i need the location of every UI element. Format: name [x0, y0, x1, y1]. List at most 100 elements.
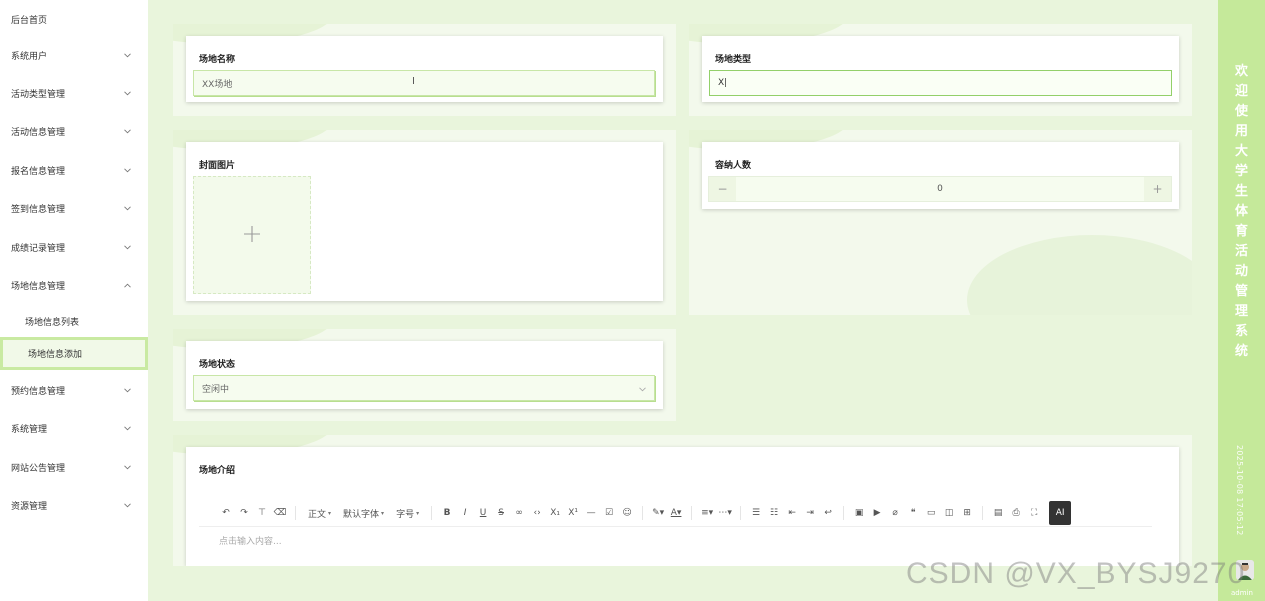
cover-image-uploader[interactable] [193, 176, 311, 294]
emoji-icon[interactable]: ☺ [618, 504, 636, 522]
menu-item-system-management[interactable]: 系统管理 [0, 409, 148, 447]
image-icon[interactable]: ▣ [850, 504, 868, 522]
field-card-name: 场地名称 XX场地 I [186, 36, 663, 102]
sidebar-item-venue-list[interactable]: 场地信息列表 [0, 305, 148, 337]
checkbox-icon[interactable]: ☑ [600, 504, 618, 522]
toolbar-divider [843, 506, 845, 520]
italic-icon[interactable]: I [456, 504, 474, 522]
capacity-value[interactable]: 0 [736, 184, 1144, 194]
chevron-down-icon [122, 500, 132, 510]
indent-increase-icon[interactable]: ⇥ [801, 504, 819, 522]
font-color-icon[interactable]: A▾ [667, 504, 685, 522]
decrement-button[interactable]: − [709, 177, 736, 201]
print-icon[interactable]: ⎙ [1007, 504, 1025, 522]
chevron-down-icon [122, 165, 132, 175]
align-icon[interactable]: ≡▾ [698, 504, 716, 522]
field-panel-intro: 场地介绍 ↶ ↷ ⊤ ⌫ 正文 ▾ 默认字体 ▾ 字号 ▾ B I U S ∞ ‹› … [173, 435, 1192, 566]
table-icon[interactable]: ⊞ [958, 504, 976, 522]
menu-item-venue-info[interactable]: 场地信息管理 [0, 266, 148, 304]
menu-item-registration[interactable]: 报名信息管理 [0, 151, 148, 189]
welcome-char: 活 [1234, 244, 1248, 259]
capacity-stepper[interactable]: − 0 + [708, 176, 1172, 202]
menu-item-label: 系统用户 [11, 51, 48, 62]
venue-type-input[interactable]: X| [709, 70, 1172, 96]
menu-item-checkin[interactable]: 签到信息管理 [0, 189, 148, 227]
paragraph-dropdown[interactable]: 正文 ▾ [302, 504, 337, 522]
text-wrap-icon[interactable]: ↩ [819, 504, 837, 522]
preview-icon[interactable]: ▤ [989, 504, 1007, 522]
menu-item-score-records[interactable]: 成绩记录管理 [0, 228, 148, 266]
menu-item-system-users[interactable]: 系统用户 [0, 36, 148, 74]
indent-decrease-icon[interactable]: ⇤ [783, 504, 801, 522]
paragraph-label: 正文 [308, 509, 327, 520]
chevron-down-icon [122, 203, 132, 213]
numbered-list-icon[interactable]: ☷ [765, 504, 783, 522]
menu-item-announcements[interactable]: 网站公告管理 [0, 448, 148, 486]
menu-item-activity-types[interactable]: 活动类型管理 [0, 74, 148, 112]
venue-name-input[interactable]: XX场地 I [193, 70, 655, 96]
subscript-icon[interactable]: X₁ [546, 504, 564, 522]
font-size-dropdown[interactable]: 字号 ▾ [390, 504, 425, 522]
caret-down-icon: ▾ [328, 509, 332, 517]
editor-placeholder: 点击输入内容... [219, 537, 282, 547]
undo-icon[interactable]: ↶ [217, 504, 235, 522]
increment-button[interactable]: + [1144, 177, 1171, 201]
watermark: CSDN @VX_BYSJ9270 [906, 557, 1246, 590]
menu-item-home[interactable]: 后台首页 [0, 0, 148, 38]
toolbar-divider [982, 506, 984, 520]
strikethrough-icon[interactable]: S [492, 504, 510, 522]
horizontal-rule-icon[interactable]: — [582, 504, 600, 522]
fullscreen-icon[interactable]: ⛶ [1025, 504, 1043, 522]
code-icon[interactable]: ‹› [528, 504, 546, 522]
bullet-list-icon[interactable]: ☰ [747, 504, 765, 522]
line-height-icon[interactable]: ⋯▾ [716, 504, 734, 522]
welcome-char: 动 [1234, 264, 1248, 279]
clear-format-icon[interactable]: ⌫ [271, 504, 289, 522]
font-family-dropdown[interactable]: 默认字体 ▾ [337, 504, 390, 522]
attachment-icon[interactable]: ⌀ [886, 504, 904, 522]
menu-item-label: 资源管理 [11, 501, 48, 512]
venue-name-value: XX场地 [202, 79, 233, 90]
right-banner: 欢迎使用大学生体育活动管理系统 2025-10-08 17:05:12 [1218, 0, 1265, 601]
welcome-char: 统 [1234, 344, 1248, 359]
menu-item-activity-info[interactable]: 活动信息管理 [0, 112, 148, 150]
video-icon[interactable]: ▶ [868, 504, 886, 522]
toolbar-divider [431, 506, 433, 520]
quote-icon[interactable]: ❝ [904, 504, 922, 522]
field-card-cover: 封面图片 [186, 142, 663, 301]
chevron-down-icon [122, 242, 132, 252]
menu-item-label: 活动信息管理 [11, 127, 66, 138]
sidebar-item-venue-add[interactable]: 场地信息添加 [0, 337, 148, 370]
welcome-char: 用 [1234, 124, 1248, 139]
code-block-icon[interactable]: ▭ [922, 504, 940, 522]
menu-item-label: 活动类型管理 [11, 89, 66, 100]
field-label-intro: 场地介绍 [199, 466, 236, 476]
link-icon[interactable]: ∞ [510, 504, 528, 522]
bold-icon[interactable]: B [438, 504, 456, 522]
welcome-char: 管 [1234, 284, 1248, 299]
ai-button[interactable]: AI [1049, 501, 1072, 525]
field-label-name: 场地名称 [199, 55, 236, 65]
menu-item-booking[interactable]: 预约信息管理 [0, 371, 148, 409]
media-icon[interactable]: ◫ [940, 504, 958, 522]
welcome-char: 理 [1234, 304, 1248, 319]
highlight-color-icon[interactable]: ✎▾ [649, 504, 667, 522]
redo-icon[interactable]: ↷ [235, 504, 253, 522]
menu-item-label: 场地信息管理 [11, 281, 66, 292]
format-painter-icon[interactable]: ⊤ [253, 504, 271, 522]
sidebar: 后台首页 系统用户 活动类型管理 活动信息管理 报名信息管理 签到信息管理 成绩… [0, 0, 148, 601]
menu-item-label: 系统管理 [11, 424, 48, 435]
superscript-icon[interactable]: X¹ [564, 504, 582, 522]
welcome-char: 系 [1234, 324, 1248, 339]
venue-status-select[interactable]: 空闲中 [193, 375, 655, 401]
sub-item-label: 场地信息添加 [28, 350, 83, 360]
text-cursor-icon: I [412, 76, 415, 87]
welcome-char: 大 [1234, 144, 1248, 159]
menu-item-label: 网站公告管理 [11, 463, 66, 474]
underline-icon[interactable]: U [474, 504, 492, 522]
menu-item-label: 签到信息管理 [11, 204, 66, 215]
menu-item-resources[interactable]: 资源管理 [0, 486, 148, 524]
field-card-capacity: 容纳人数 − 0 + [702, 142, 1179, 209]
menu-item-label: 报名信息管理 [11, 166, 66, 177]
font-size-label: 字号 [396, 509, 415, 520]
